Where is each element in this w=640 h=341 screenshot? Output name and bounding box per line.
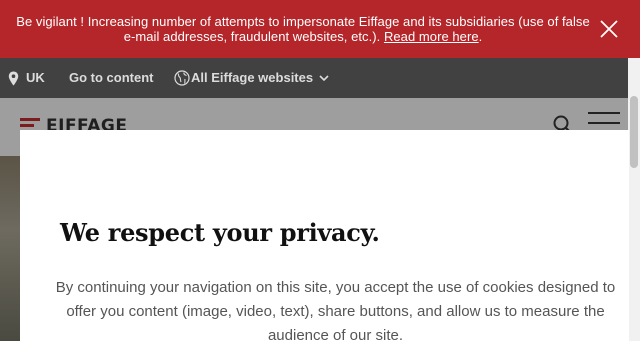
alert-trailing-period: . — [478, 29, 483, 44]
fraud-alert-banner: Be vigilant ! Increasing number of attem… — [0, 0, 640, 58]
location-label: UK — [26, 70, 45, 85]
location-selector[interactable]: UK — [8, 70, 45, 86]
close-icon — [600, 20, 618, 38]
go-to-content-link[interactable]: Go to content — [69, 70, 154, 86]
modal-body-text: By continuing your navigation on this si… — [55, 279, 616, 341]
privacy-modal: We respect your privacy. By continuing y… — [20, 130, 629, 341]
page-scrollbar[interactable] — [628, 58, 640, 341]
utility-bar: UK Go to content All Eiffage websites — [0, 58, 628, 98]
read-more-link[interactable]: Read more here — [384, 29, 479, 44]
all-websites-label: All Eiffage websites — [191, 70, 314, 85]
scrollbar-thumb[interactable] — [630, 96, 638, 168]
hero-image — [0, 156, 20, 341]
location-pin-icon — [8, 71, 19, 85]
alert-message-block: Be vigilant ! Increasing number of attem… — [14, 14, 592, 44]
modal-title: We respect your privacy. — [60, 218, 380, 247]
chevron-down-icon — [319, 74, 329, 81]
alert-message: Be vigilant ! Increasing number of attem… — [16, 14, 590, 44]
close-alert-button[interactable] — [598, 18, 620, 40]
globe-icon — [174, 70, 190, 86]
all-websites-dropdown[interactable]: All Eiffage websites — [174, 70, 329, 86]
